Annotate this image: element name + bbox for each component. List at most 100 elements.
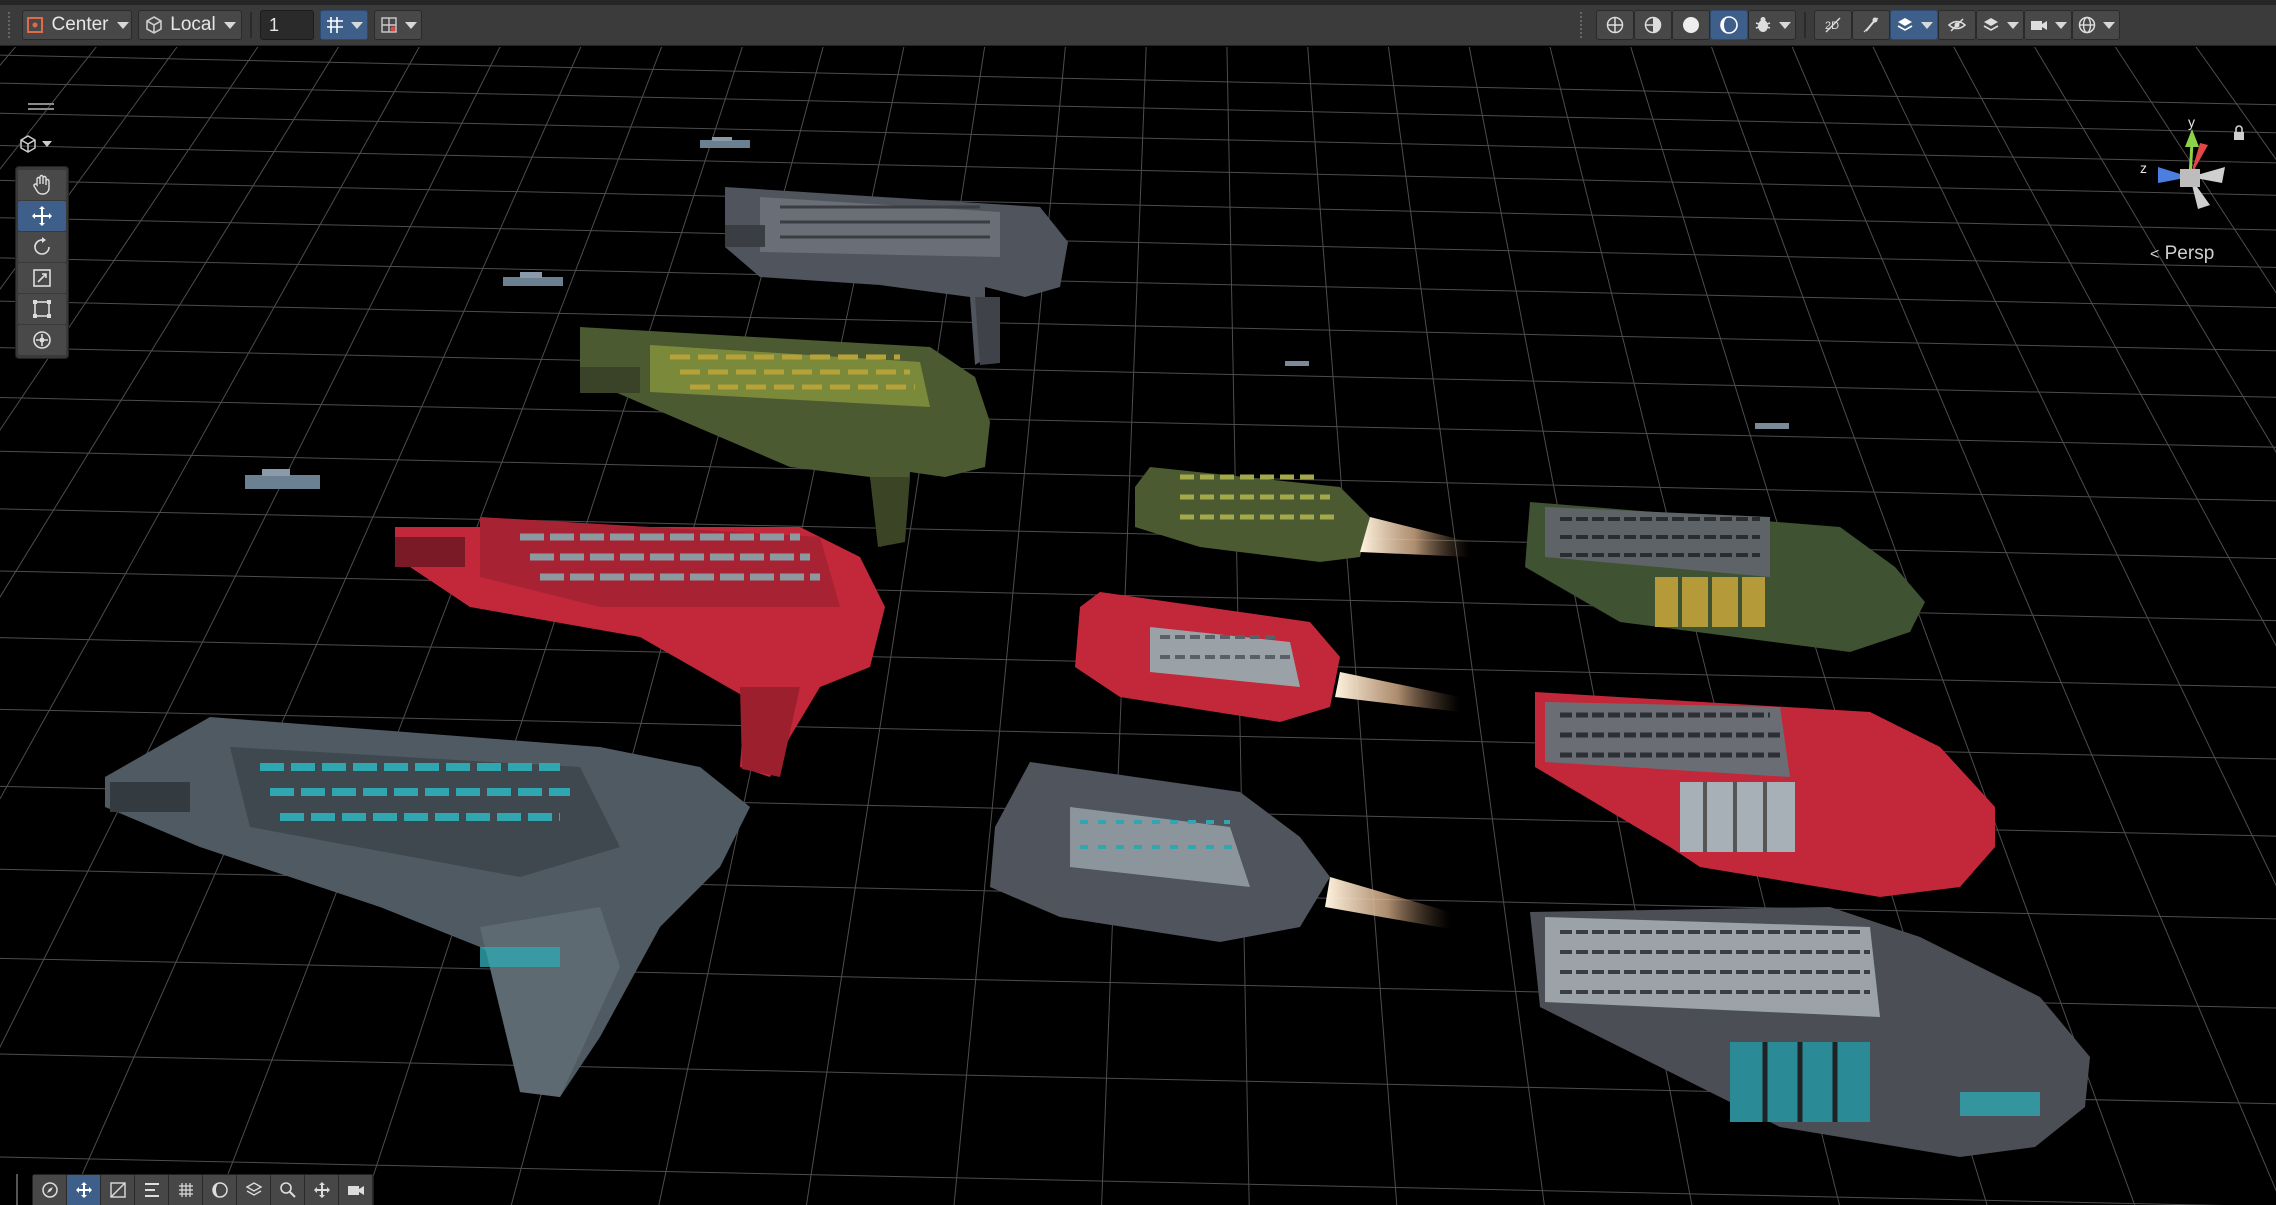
draw-mode-unlit-button[interactable] bbox=[1672, 10, 1710, 40]
transform-tool-button[interactable] bbox=[18, 325, 66, 355]
overlay-orientation-button[interactable] bbox=[33, 1175, 67, 1205]
scene-toolbar: Center Local 1 bbox=[0, 0, 2276, 46]
toolbar-grip[interactable] bbox=[1580, 12, 1584, 38]
hand-icon bbox=[33, 174, 50, 195]
pivot-mode-label: Center bbox=[51, 14, 109, 35]
distant-ship[interactable] bbox=[245, 469, 320, 489]
distant-ship[interactable] bbox=[1285, 361, 1309, 366]
scene-visibility-button[interactable] bbox=[1938, 10, 1976, 40]
move-arrows-icon bbox=[32, 206, 52, 226]
snap-increment-input[interactable] bbox=[260, 10, 314, 40]
view-options-dropdown[interactable] bbox=[18, 131, 64, 157]
overlay-divider bbox=[16, 1174, 18, 1205]
overlay-align-button[interactable] bbox=[135, 1175, 169, 1205]
chevron-down-icon bbox=[2103, 21, 2115, 29]
overlay-search-button[interactable] bbox=[271, 1175, 305, 1205]
overlay-grid-button[interactable] bbox=[169, 1175, 203, 1205]
align-icon bbox=[144, 1183, 159, 1197]
lock-icon[interactable] bbox=[2232, 125, 2246, 141]
scale-icon bbox=[33, 269, 51, 287]
distant-ship[interactable] bbox=[1755, 423, 1789, 429]
chevron-down-icon bbox=[2007, 21, 2019, 29]
projection-toggle[interactable]: < Persp bbox=[2150, 243, 2214, 265]
chevron-down-icon bbox=[1921, 21, 1933, 29]
spaceship-small-red[interactable] bbox=[1075, 592, 1460, 722]
shaded-wireframe-icon bbox=[1643, 15, 1663, 35]
transform-icon bbox=[33, 331, 51, 349]
search-icon bbox=[279, 1182, 296, 1198]
toolbar-divider bbox=[250, 12, 252, 38]
rect-tool-button[interactable] bbox=[18, 294, 66, 324]
overlay-snap-button[interactable] bbox=[101, 1175, 135, 1205]
shaded-sphere-icon bbox=[211, 1182, 228, 1198]
projection-label: Persp bbox=[2164, 243, 2215, 264]
pivot-rotation-label: Local bbox=[170, 14, 216, 35]
local-cube-icon bbox=[144, 15, 164, 35]
overlay-shading-button[interactable] bbox=[203, 1175, 237, 1205]
spaceship-olive-green[interactable] bbox=[580, 327, 990, 547]
chevron-down-icon bbox=[405, 21, 417, 29]
distant-ship[interactable] bbox=[700, 137, 750, 148]
spaceship-small-green[interactable] bbox=[1135, 467, 1470, 562]
toggle-lighting-button[interactable] bbox=[1852, 10, 1890, 40]
draw-mode-wireframe-button[interactable] bbox=[1596, 10, 1634, 40]
pivot-center-icon bbox=[25, 15, 45, 35]
shaded-sphere-icon bbox=[1719, 15, 1739, 35]
camera-icon bbox=[347, 1186, 364, 1195]
pivot-rotation-dropdown[interactable]: Local bbox=[138, 10, 242, 40]
bug-icon bbox=[1753, 15, 1773, 35]
distant-ship[interactable] bbox=[503, 272, 563, 286]
chevron-down-icon bbox=[42, 141, 52, 147]
grid-snapping-toggle[interactable] bbox=[320, 10, 368, 40]
draw-mode-shaded-button[interactable] bbox=[1710, 10, 1748, 40]
gizmo-z-label: z bbox=[2140, 160, 2147, 176]
chevron-down-icon bbox=[351, 21, 363, 29]
wireframe-globe-icon bbox=[1605, 15, 1625, 35]
chevron-left-icon: < bbox=[2150, 246, 2160, 263]
2d-toggle-icon: 2D bbox=[1823, 15, 1843, 35]
spaceship-large-green-hull[interactable] bbox=[1525, 502, 1925, 652]
move-arrows-icon bbox=[75, 1182, 92, 1198]
increment-snap-dropdown[interactable] bbox=[374, 10, 422, 40]
tool-palette-handle[interactable] bbox=[28, 103, 54, 111]
overlay-layers-button[interactable] bbox=[237, 1175, 271, 1205]
gizmos-dropdown[interactable] bbox=[2072, 10, 2120, 40]
layers-dropdown[interactable] bbox=[1976, 10, 2024, 40]
overlay-pan-button[interactable] bbox=[305, 1175, 339, 1205]
rotate-tool-button[interactable] bbox=[18, 232, 66, 262]
scene-viewport[interactable]: y z < Persp bbox=[0, 47, 2276, 1205]
cube-view-icon bbox=[18, 134, 38, 154]
toggle-2d-button[interactable]: 2D bbox=[1814, 10, 1852, 40]
toolbar-divider bbox=[1804, 12, 1806, 38]
rotate-icon bbox=[34, 237, 50, 255]
scale-tool-button[interactable] bbox=[18, 263, 66, 293]
toolbar-grip[interactable] bbox=[8, 12, 12, 38]
pivot-mode-dropdown[interactable]: Center bbox=[22, 10, 132, 40]
hand-tool-button[interactable] bbox=[18, 170, 66, 200]
overlay-move-button[interactable] bbox=[67, 1175, 101, 1205]
spaceship-small-dark[interactable] bbox=[990, 762, 1450, 942]
lighting-off-icon bbox=[1861, 15, 1881, 35]
debug-draw-mode-dropdown[interactable] bbox=[1748, 10, 1796, 40]
layers-effects-icon bbox=[1895, 15, 1915, 35]
tool-palette bbox=[15, 166, 69, 359]
move-tool-button[interactable] bbox=[18, 201, 66, 231]
chevron-down-icon bbox=[1779, 21, 1791, 29]
camera-settings-dropdown[interactable] bbox=[2024, 10, 2072, 40]
stack-icon bbox=[1981, 15, 2001, 35]
scene-grid bbox=[0, 47, 2276, 1205]
spaceship-teal-dark[interactable] bbox=[105, 717, 750, 1097]
scene-effects-dropdown[interactable] bbox=[1890, 10, 1938, 40]
snap-icon bbox=[109, 1182, 126, 1198]
gizmo-globe-icon bbox=[2077, 15, 2097, 35]
eye-hidden-icon bbox=[1947, 15, 1967, 35]
gizmo-y-label: y bbox=[2188, 117, 2195, 130]
pan-arrows-icon bbox=[313, 1182, 330, 1198]
draw-mode-shaded-wireframe-button[interactable] bbox=[1634, 10, 1672, 40]
grid-icon bbox=[379, 15, 399, 35]
spaceship-large-dark-hull[interactable] bbox=[1530, 907, 2090, 1157]
overlay-camera-button[interactable] bbox=[339, 1175, 373, 1205]
spaceship-large-red-hull[interactable] bbox=[1535, 692, 1995, 897]
camera-icon bbox=[2029, 15, 2049, 35]
grid-snap-icon bbox=[325, 15, 345, 35]
